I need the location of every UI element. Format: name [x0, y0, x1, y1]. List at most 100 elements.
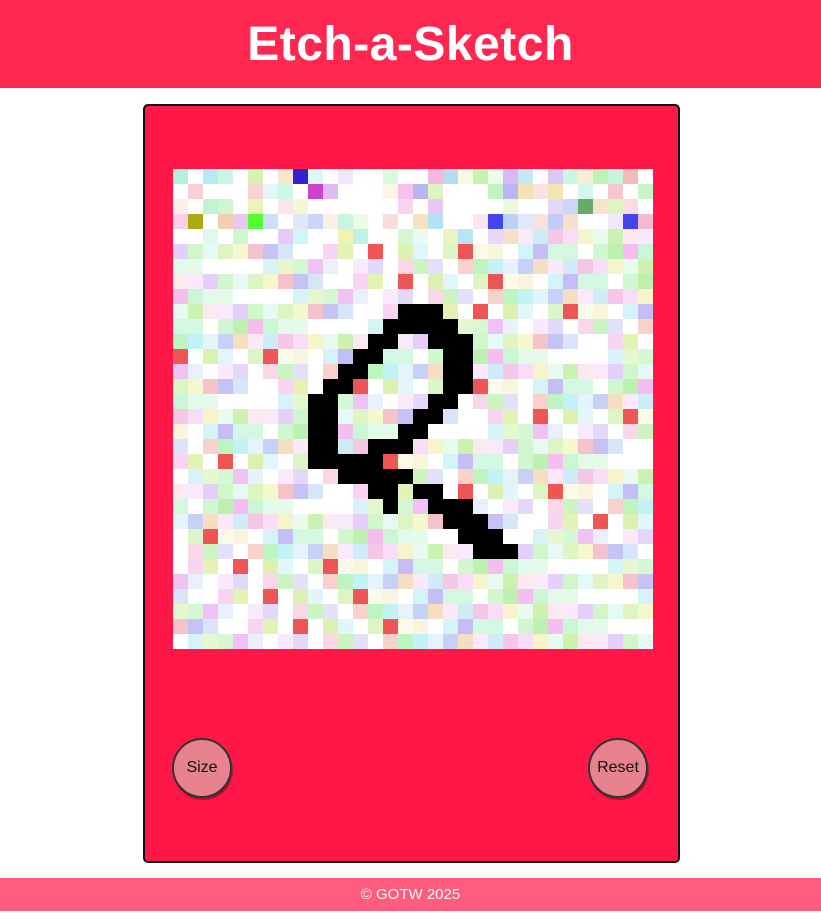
- grid-cell[interactable]: [398, 409, 413, 424]
- grid-cell[interactable]: [173, 634, 188, 649]
- grid-cell[interactable]: [488, 424, 503, 439]
- grid-cell[interactable]: [623, 634, 638, 649]
- grid-cell[interactable]: [353, 439, 368, 454]
- grid-cell[interactable]: [518, 289, 533, 304]
- grid-cell[interactable]: [473, 619, 488, 634]
- grid-cell[interactable]: [458, 529, 473, 544]
- grid-cell[interactable]: [338, 169, 353, 184]
- grid-cell[interactable]: [503, 514, 518, 529]
- grid-cell[interactable]: [473, 169, 488, 184]
- grid-cell[interactable]: [608, 529, 623, 544]
- grid-cell[interactable]: [338, 394, 353, 409]
- grid-cell[interactable]: [458, 454, 473, 469]
- grid-cell[interactable]: [533, 589, 548, 604]
- grid-cell[interactable]: [623, 229, 638, 244]
- grid-cell[interactable]: [293, 319, 308, 334]
- grid-cell[interactable]: [293, 589, 308, 604]
- grid-cell[interactable]: [188, 214, 203, 229]
- grid-cell[interactable]: [638, 634, 653, 649]
- grid-cell[interactable]: [353, 469, 368, 484]
- grid-cell[interactable]: [638, 514, 653, 529]
- grid-cell[interactable]: [188, 289, 203, 304]
- grid-cell[interactable]: [308, 244, 323, 259]
- grid-cell[interactable]: [323, 319, 338, 334]
- grid-cell[interactable]: [413, 439, 428, 454]
- grid-cell[interactable]: [608, 604, 623, 619]
- grid-cell[interactable]: [398, 559, 413, 574]
- grid-cell[interactable]: [608, 379, 623, 394]
- grid-cell[interactable]: [443, 559, 458, 574]
- grid-cell[interactable]: [308, 229, 323, 244]
- grid-cell[interactable]: [293, 469, 308, 484]
- grid-cell[interactable]: [413, 229, 428, 244]
- grid-cell[interactable]: [233, 559, 248, 574]
- grid-cell[interactable]: [428, 379, 443, 394]
- grid-cell[interactable]: [383, 319, 398, 334]
- grid-cell[interactable]: [548, 274, 563, 289]
- grid-cell[interactable]: [563, 274, 578, 289]
- grid-cell[interactable]: [623, 589, 638, 604]
- grid-cell[interactable]: [533, 319, 548, 334]
- grid-cell[interactable]: [248, 589, 263, 604]
- grid-cell[interactable]: [233, 169, 248, 184]
- grid-cell[interactable]: [608, 259, 623, 274]
- grid-cell[interactable]: [473, 469, 488, 484]
- grid-cell[interactable]: [203, 559, 218, 574]
- grid-cell[interactable]: [458, 574, 473, 589]
- grid-cell[interactable]: [473, 409, 488, 424]
- grid-cell[interactable]: [323, 484, 338, 499]
- grid-cell[interactable]: [563, 424, 578, 439]
- grid-cell[interactable]: [503, 394, 518, 409]
- grid-cell[interactable]: [503, 334, 518, 349]
- grid-cell[interactable]: [248, 529, 263, 544]
- grid-cell[interactable]: [293, 424, 308, 439]
- grid-cell[interactable]: [308, 454, 323, 469]
- grid-cell[interactable]: [308, 319, 323, 334]
- grid-cell[interactable]: [413, 169, 428, 184]
- grid-cell[interactable]: [353, 559, 368, 574]
- grid-cell[interactable]: [203, 244, 218, 259]
- grid-cell[interactable]: [263, 349, 278, 364]
- grid-cell[interactable]: [263, 529, 278, 544]
- grid-cell[interactable]: [638, 199, 653, 214]
- grid-cell[interactable]: [533, 199, 548, 214]
- grid-cell[interactable]: [218, 184, 233, 199]
- grid-cell[interactable]: [263, 304, 278, 319]
- grid-cell[interactable]: [383, 364, 398, 379]
- grid-cell[interactable]: [338, 214, 353, 229]
- grid-cell[interactable]: [278, 439, 293, 454]
- grid-cell[interactable]: [218, 244, 233, 259]
- grid-cell[interactable]: [203, 469, 218, 484]
- grid-cell[interactable]: [413, 514, 428, 529]
- grid-cell[interactable]: [593, 214, 608, 229]
- grid-cell[interactable]: [428, 589, 443, 604]
- grid-cell[interactable]: [563, 244, 578, 259]
- grid-cell[interactable]: [593, 469, 608, 484]
- grid-cell[interactable]: [383, 334, 398, 349]
- grid-cell[interactable]: [353, 334, 368, 349]
- grid-cell[interactable]: [398, 529, 413, 544]
- grid-cell[interactable]: [248, 244, 263, 259]
- grid-cell[interactable]: [188, 274, 203, 289]
- grid-cell[interactable]: [368, 574, 383, 589]
- grid-cell[interactable]: [578, 529, 593, 544]
- grid-cell[interactable]: [188, 379, 203, 394]
- grid-cell[interactable]: [578, 394, 593, 409]
- grid-cell[interactable]: [368, 514, 383, 529]
- grid-cell[interactable]: [233, 529, 248, 544]
- grid-cell[interactable]: [413, 499, 428, 514]
- grid-cell[interactable]: [263, 334, 278, 349]
- grid-cell[interactable]: [218, 364, 233, 379]
- grid-cell[interactable]: [353, 364, 368, 379]
- grid-cell[interactable]: [458, 394, 473, 409]
- grid-cell[interactable]: [488, 574, 503, 589]
- grid-cell[interactable]: [203, 409, 218, 424]
- grid-cell[interactable]: [593, 349, 608, 364]
- grid-cell[interactable]: [233, 424, 248, 439]
- grid-cell[interactable]: [188, 544, 203, 559]
- grid-cell[interactable]: [458, 379, 473, 394]
- grid-cell[interactable]: [368, 259, 383, 274]
- grid-cell[interactable]: [323, 514, 338, 529]
- grid-cell[interactable]: [473, 184, 488, 199]
- grid-cell[interactable]: [218, 529, 233, 544]
